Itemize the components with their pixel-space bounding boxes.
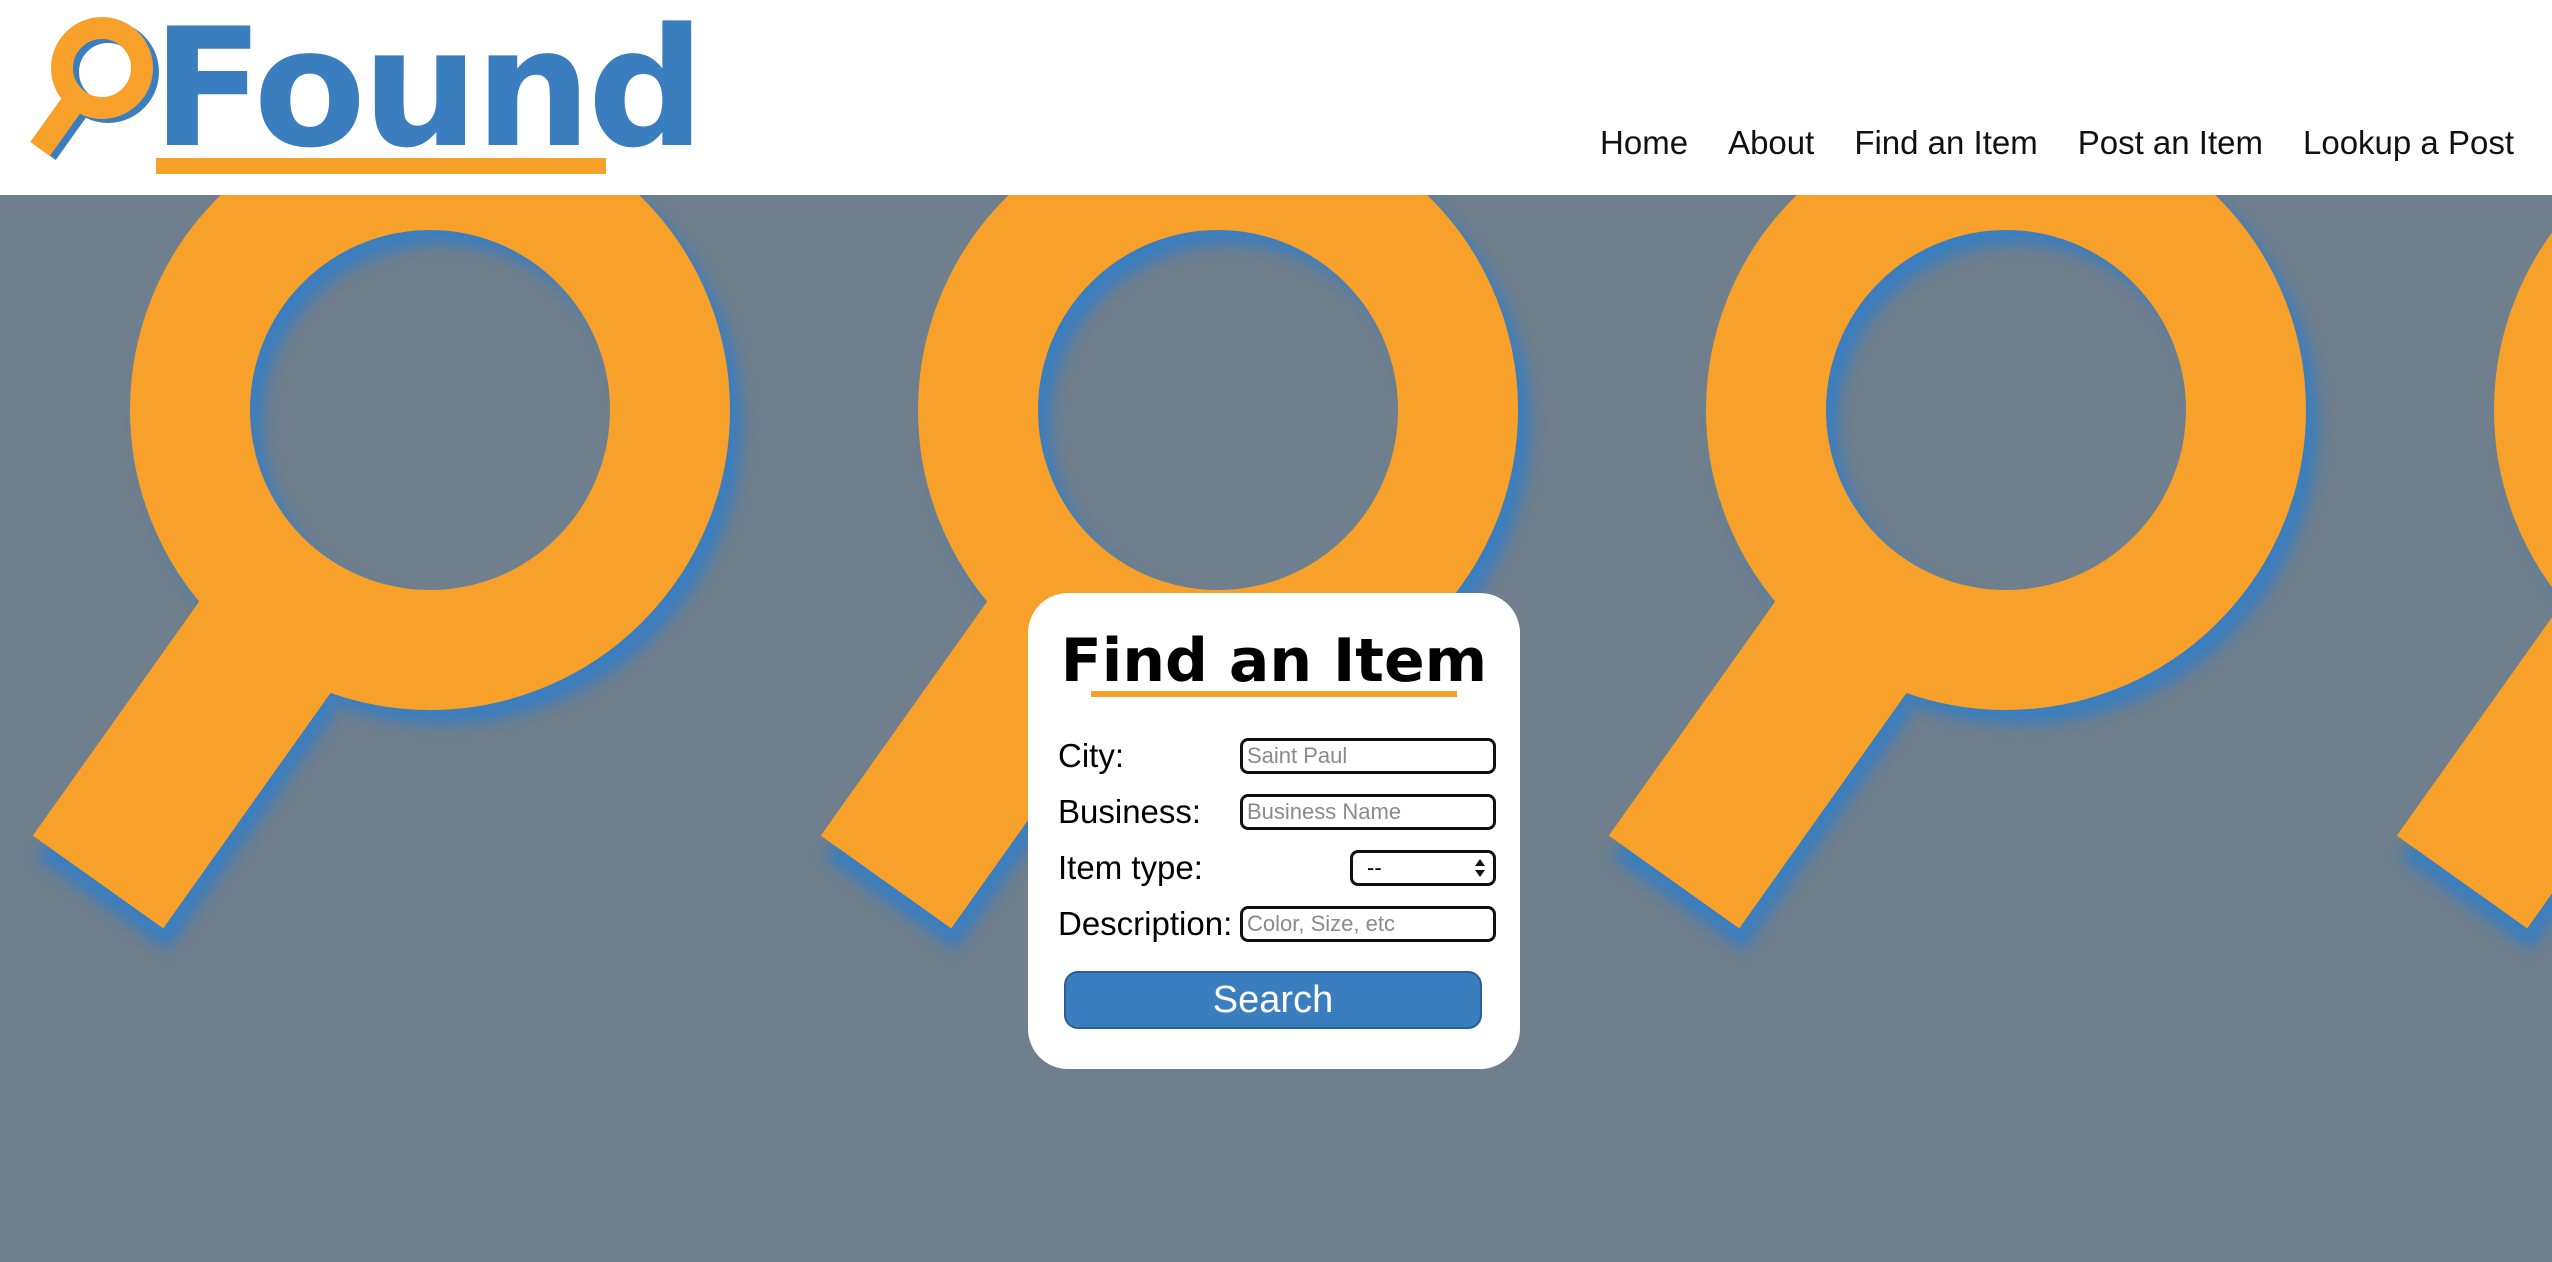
item-type-select[interactable]: --	[1350, 850, 1496, 886]
nav-lookup-a-post[interactable]: Lookup a Post	[2303, 124, 2514, 162]
card-title-underline	[1091, 691, 1457, 697]
description-row: Description:	[1058, 904, 1518, 944]
description-input[interactable]	[1240, 906, 1496, 942]
main-nav: Home About Find an Item Post an Item Loo…	[1600, 124, 2514, 162]
city-label: City:	[1058, 737, 1124, 774]
item-type-label: Item type:	[1058, 849, 1203, 886]
nav-find-an-item[interactable]: Find an Item	[1854, 124, 2037, 162]
item-type-selected-value: --	[1367, 855, 1382, 880]
site-logo[interactable]: Found	[30, 4, 705, 179]
find-item-card: Find an Item City: Business: Item type: …	[1028, 593, 1520, 1069]
card-title: Find an Item	[1060, 626, 1488, 696]
magnifying-glass-icon	[2462, 195, 2552, 904]
search-button[interactable]: Search	[1064, 971, 1482, 1029]
city-row: City:	[1058, 736, 1518, 776]
city-input[interactable]	[1240, 738, 1496, 774]
business-label: Business:	[1058, 793, 1202, 830]
magnifying-glass-icon	[98, 195, 682, 904]
select-arrows-icon	[1475, 859, 1485, 877]
site-header: Found Home About Find an Item Post an It…	[0, 0, 2552, 195]
nav-home[interactable]: Home	[1600, 124, 1688, 162]
magnifying-glass-icon	[30, 17, 159, 160]
description-label: Description:	[1058, 905, 1233, 942]
logo-wordmark: Found	[152, 0, 705, 184]
nav-about[interactable]: About	[1728, 124, 1814, 162]
logo-underline	[156, 158, 606, 174]
magnifying-glass-icon	[1674, 195, 2258, 904]
business-row: Business:	[1058, 792, 1518, 832]
hero-section: Find an Item City: Business: Item type: …	[0, 195, 2552, 1262]
item-type-row: Item type: --	[1058, 848, 1518, 888]
nav-post-an-item[interactable]: Post an Item	[2078, 124, 2263, 162]
business-input[interactable]	[1240, 794, 1496, 830]
